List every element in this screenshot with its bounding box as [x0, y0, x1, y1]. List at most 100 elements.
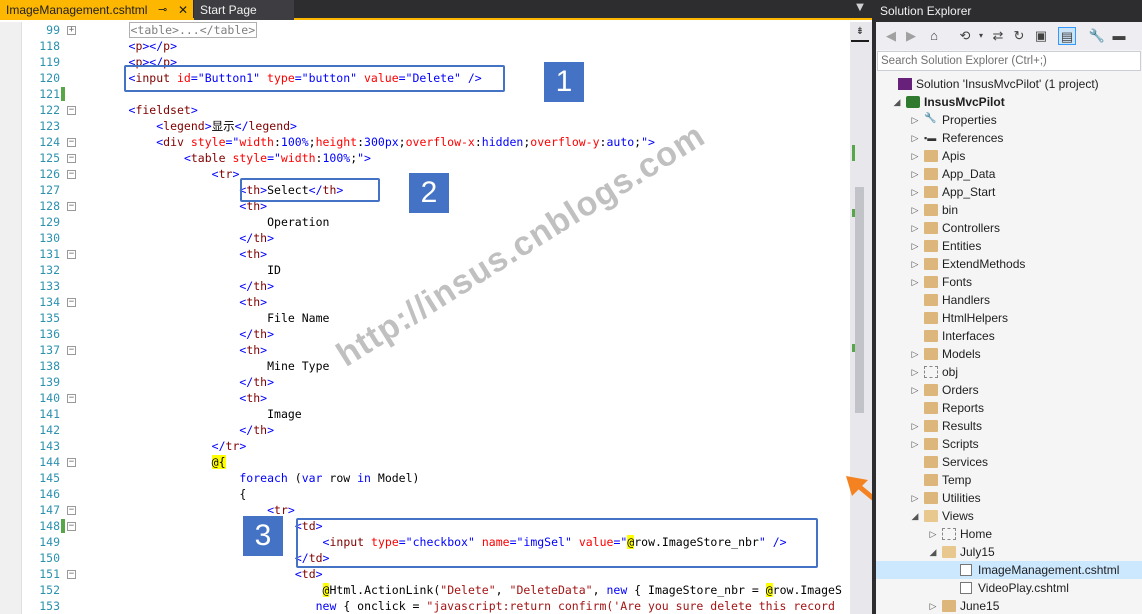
tree-item-videoplay-cshtml[interactable]: VideoPlay.cshtml	[876, 579, 1142, 597]
chevron-right-icon[interactable]: ▷	[910, 273, 920, 291]
tree-item-handlers[interactable]: Handlers	[876, 291, 1142, 309]
chevron-right-icon[interactable]: ▷	[910, 363, 920, 381]
dropdown-icon[interactable]: ▾	[972, 27, 990, 45]
chevron-down-icon[interactable]: ◢	[928, 543, 938, 561]
code-line[interactable]: 99 + <table>...</table>	[0, 22, 850, 38]
chevron-right-icon[interactable]: ▷	[928, 597, 938, 614]
split-view-icon[interactable]: ⇟	[852, 25, 868, 39]
collapse-icon[interactable]: −	[67, 106, 76, 115]
scrollbar-thumb[interactable]	[855, 187, 864, 413]
collapse-icon[interactable]: −	[67, 138, 76, 147]
collapse-icon[interactable]: −	[67, 570, 76, 579]
tree-item-htmlhelpers[interactable]: HtmlHelpers	[876, 309, 1142, 327]
chevron-right-icon[interactable]: ▷	[910, 111, 920, 129]
tree-item-results[interactable]: ▷ Results	[876, 417, 1142, 435]
code-line[interactable]: 151− <td>	[0, 566, 850, 582]
tree-item-june15[interactable]: ▷ June15	[876, 597, 1142, 614]
tree-item-temp[interactable]: Temp	[876, 471, 1142, 489]
chevron-right-icon[interactable]: ▷	[910, 129, 920, 147]
code-line[interactable]: 139 </th>	[0, 374, 850, 390]
tree-item-reports[interactable]: Reports	[876, 399, 1142, 417]
solution-explorer-search-input[interactable]: Search Solution Explorer (Ctrl+;)	[877, 51, 1141, 71]
tree-item-july15[interactable]: ◢ July15	[876, 543, 1142, 561]
collapse-icon[interactable]: −	[67, 202, 76, 211]
tree-item-controllers[interactable]: ▷ Controllers	[876, 219, 1142, 237]
code-line[interactable]: 145 foreach (var row in Model)	[0, 470, 850, 486]
tree-item-app-start[interactable]: ▷ App_Start	[876, 183, 1142, 201]
tree-item-scripts[interactable]: ▷ Scripts	[876, 435, 1142, 453]
tree-item-fonts[interactable]: ▷ Fonts	[876, 273, 1142, 291]
collapse-icon[interactable]: −	[67, 346, 76, 355]
code-line[interactable]: 118 <p></p>	[0, 38, 850, 54]
code-line[interactable]: 125− <table style="width:100%;">	[0, 150, 850, 166]
code-line[interactable]: 138 Mine Type	[0, 358, 850, 374]
code-line[interactable]: 142 </th>	[0, 422, 850, 438]
expand-icon[interactable]: +	[67, 26, 76, 35]
back-icon[interactable]: ◀	[882, 27, 900, 45]
chevron-right-icon[interactable]: ▷	[910, 165, 920, 183]
chevron-down-icon[interactable]: ◢	[892, 93, 902, 111]
code-line[interactable]: 132 ID	[0, 262, 850, 278]
pin-icon[interactable]: ⊸	[158, 0, 167, 20]
code-line[interactable]: 130 </th>	[0, 230, 850, 246]
code-line[interactable]: 144− @{	[0, 454, 850, 470]
collapse-icon[interactable]: −	[67, 298, 76, 307]
code-line[interactable]: 146 {	[0, 486, 850, 502]
tree-item-obj[interactable]: ▷ obj	[876, 363, 1142, 381]
chevron-down-icon[interactable]: ◢	[910, 507, 920, 525]
chevron-right-icon[interactable]: ▷	[910, 147, 920, 165]
sync-icon[interactable]: ⇄	[989, 27, 1007, 45]
tab-start-page[interactable]: Start Page	[194, 0, 294, 20]
chevron-right-icon[interactable]: ▷	[910, 489, 920, 507]
code-line[interactable]: 137− <th>	[0, 342, 850, 358]
chevron-right-icon[interactable]: ▷	[910, 219, 920, 237]
close-icon[interactable]: ✕	[178, 0, 188, 20]
tree-item-bin[interactable]: ▷ bin	[876, 201, 1142, 219]
collapse-icon[interactable]: −	[67, 506, 76, 515]
code-line[interactable]: 147− <tr>	[0, 502, 850, 518]
code-line[interactable]: 141 Image	[0, 406, 850, 422]
chevron-right-icon[interactable]: ▷	[910, 237, 920, 255]
chevron-right-icon[interactable]: ▷	[910, 255, 920, 273]
code-line[interactable]: 140− <th>	[0, 390, 850, 406]
show-all-files-icon[interactable]: ▤	[1058, 27, 1076, 45]
tree-item-models[interactable]: ▷ Models	[876, 345, 1142, 363]
home-icon[interactable]: ⌂	[925, 27, 943, 45]
chevron-right-icon[interactable]: ▷	[910, 417, 920, 435]
tree-item-home[interactable]: ▷ Home	[876, 525, 1142, 543]
tree-item-utilities[interactable]: ▷ Utilities	[876, 489, 1142, 507]
code-editor[interactable]: 99 + <table>...</table> 118 <p></p> 119 <p></p…	[0, 22, 850, 614]
collapse-icon[interactable]: −	[67, 250, 76, 259]
chevron-right-icon[interactable]: ▷	[910, 201, 920, 219]
chevron-right-icon[interactable]: ▷	[928, 525, 938, 543]
collapse-icon[interactable]: −	[67, 394, 76, 403]
chevron-right-icon[interactable]: ▷	[910, 345, 920, 363]
collapse-icon[interactable]: −	[67, 154, 76, 163]
tree-item-services[interactable]: Services	[876, 453, 1142, 471]
tree-item-entities[interactable]: ▷ Entities	[876, 237, 1142, 255]
forward-icon[interactable]: ▶	[902, 27, 920, 45]
collapse-icon[interactable]: −	[67, 522, 76, 531]
tab-image-management[interactable]: ImageManagement.cshtml ⊸ ✕	[0, 0, 193, 20]
chevron-right-icon[interactable]: ▷	[910, 183, 920, 201]
code-line[interactable]: 131− <th>	[0, 246, 850, 262]
chevron-right-icon[interactable]: ▷	[910, 381, 920, 399]
properties-icon[interactable]: 🔧	[1088, 27, 1106, 45]
tree-item-apis[interactable]: ▷ Apis	[876, 147, 1142, 165]
tree-item-insusmvcpilot[interactable]: ◢ InsusMvcPilot	[876, 93, 1142, 111]
tree-item-app-data[interactable]: ▷ App_Data	[876, 165, 1142, 183]
tree-item-references[interactable]: ▷ ▪▬ References	[876, 129, 1142, 147]
code-line[interactable]: 153 new { onclick = "javascript:return co…	[0, 598, 850, 614]
tree-item-orders[interactable]: ▷ Orders	[876, 381, 1142, 399]
tab-dropdown-icon[interactable]: ▼	[852, 2, 868, 16]
tree-item-views[interactable]: ◢ Views	[876, 507, 1142, 525]
preview-icon[interactable]: ▬	[1110, 27, 1128, 45]
tree-item-extendmethods[interactable]: ▷ ExtendMethods	[876, 255, 1142, 273]
refresh-icon[interactable]: ↻	[1010, 27, 1028, 45]
collapse-all-icon[interactable]: ▣	[1032, 27, 1050, 45]
tree-item-properties[interactable]: ▷ 🔧 Properties	[876, 111, 1142, 129]
code-line[interactable]: 152 @Html.ActionLink("Delete", "DeleteDat…	[0, 582, 850, 598]
collapse-icon[interactable]: −	[67, 170, 76, 179]
chevron-right-icon[interactable]: ▷	[910, 435, 920, 453]
tree-item-solution-insusmvcpilot-1-project[interactable]: Solution 'InsusMvcPilot' (1 project)	[876, 75, 1142, 93]
